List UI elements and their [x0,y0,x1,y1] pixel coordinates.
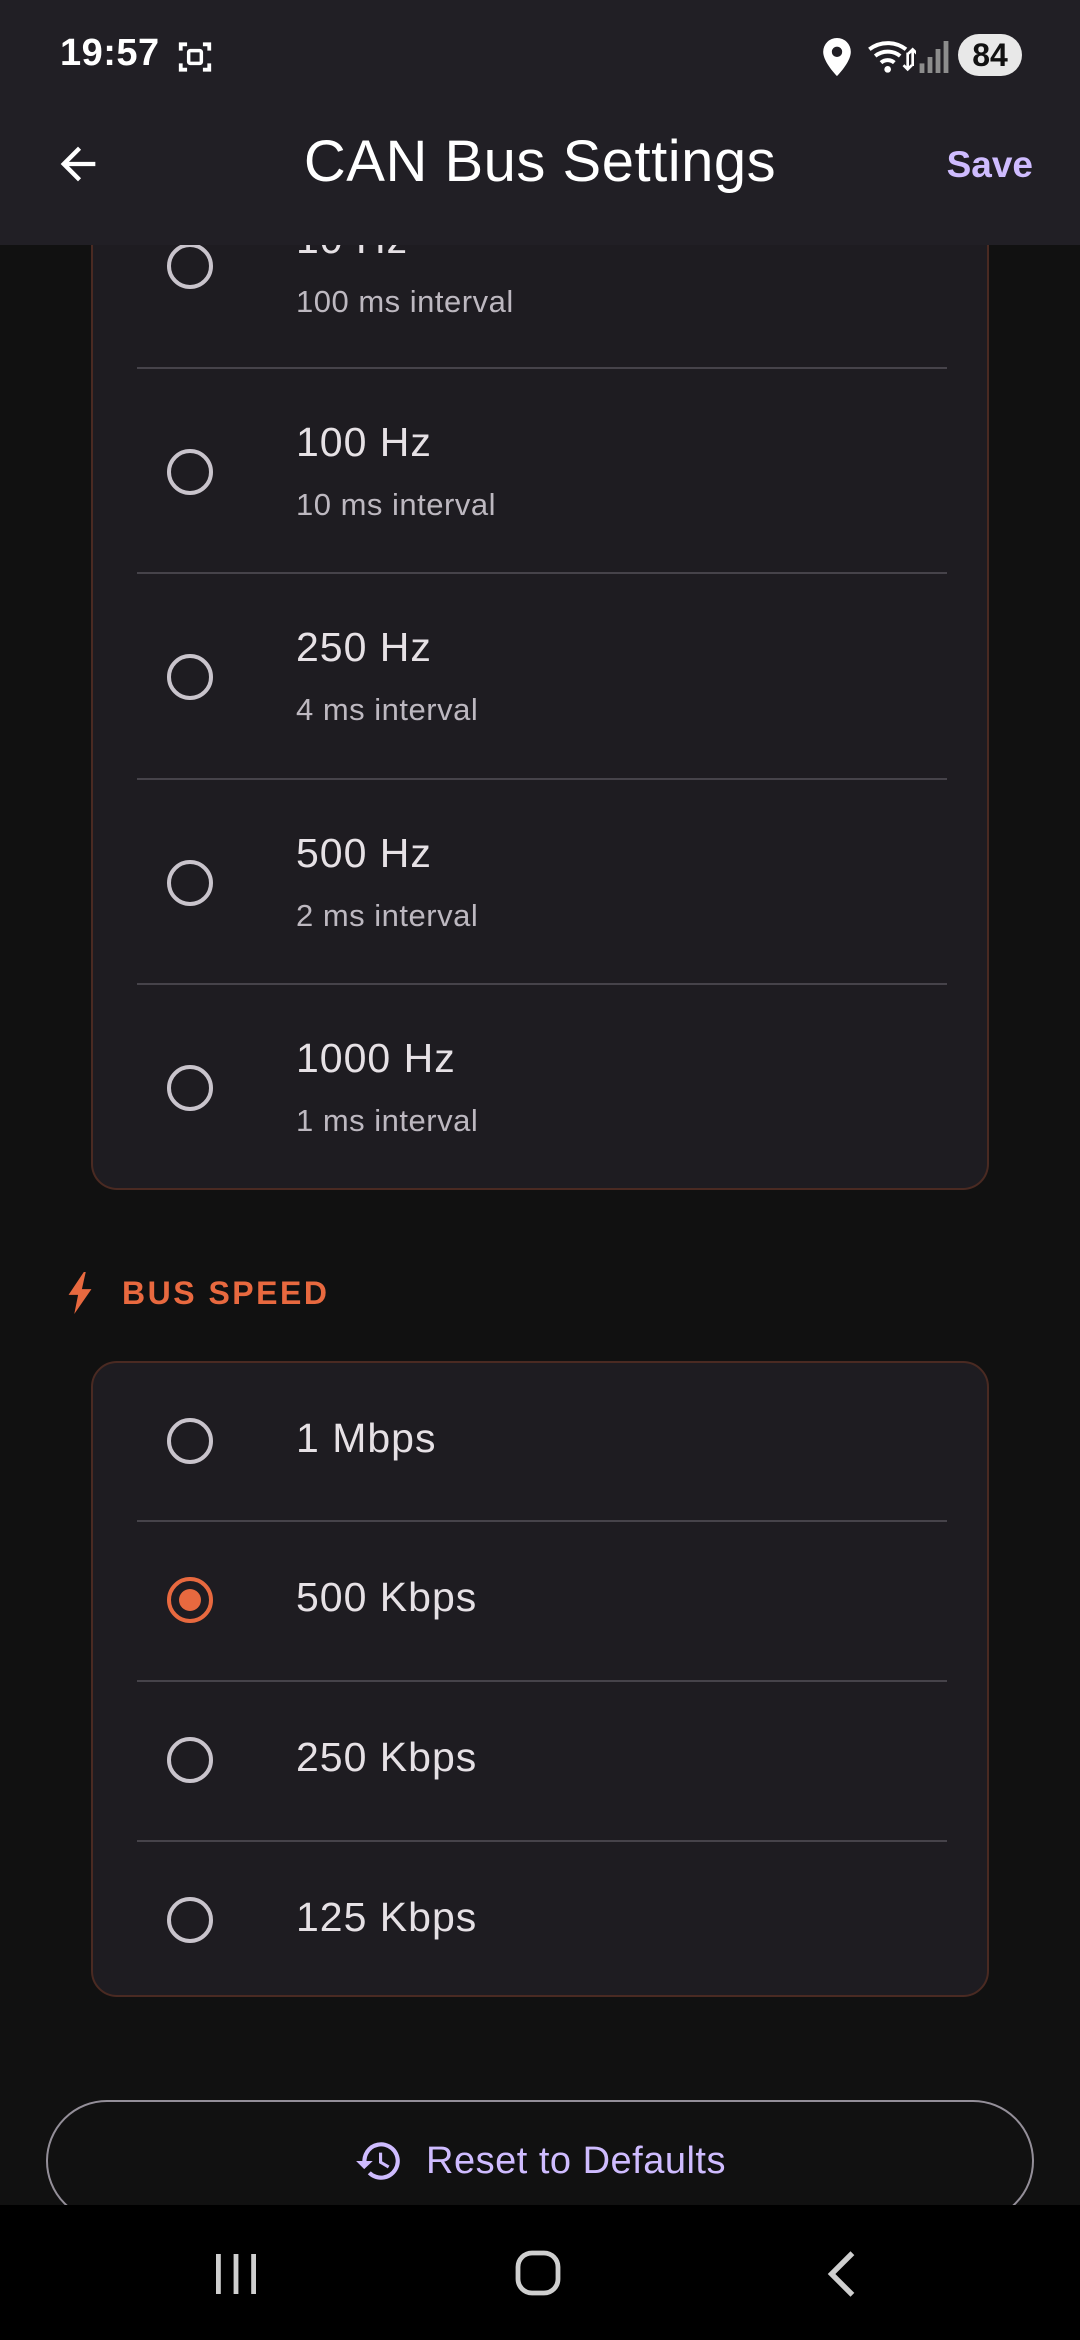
option-title: 250 Hz [296,624,432,670]
bus-speed-card: 1 Mbps 500 Kbps 250 Kbps 125 Kbps [91,1361,989,1997]
option-subtitle: 100 ms interval [296,284,514,319]
option-title: 1000 Hz [296,1035,456,1081]
signal-icon [919,41,949,73]
sample-rate-card: 10 Hz 100 ms interval 100 Hz 10 ms inter… [91,150,989,1190]
option-title: 500 Hz [296,830,432,876]
option-title: 100 Hz [296,419,432,465]
bus-speed-section-header: BUS SPEED [66,1268,329,1318]
radio-button[interactable] [167,1065,213,1111]
section-title: BUS SPEED [122,1274,330,1311]
page-title: CAN Bus Settings [303,129,777,194]
sample-rate-option-250hz[interactable]: 250 Hz 4 ms interval [93,574,987,779]
system-navigation-bar [0,2205,1080,2340]
top-app-bar: 19:57 84 CAN Bus Settings Save [0,0,1080,245]
reset-to-defaults-button[interactable]: Reset to Defaults [46,2100,1034,2205]
option-subtitle: 4 ms interval [296,692,479,727]
radio-button[interactable] [167,1897,213,1943]
sample-rate-option-500hz[interactable]: 500 Hz 2 ms interval [93,780,987,985]
option-title: 250 Kbps [296,1734,478,1780]
radio-button-selected[interactable] [167,1577,213,1623]
bus-speed-option-125kbps[interactable]: 125 Kbps [93,1842,987,1997]
option-title: 125 Kbps [296,1894,478,1940]
radio-button[interactable] [167,449,213,495]
settings-scroll-content[interactable]: 10 Hz 100 ms interval 100 Hz 10 ms inter… [0,0,1080,2205]
status-time: 19:57 [60,32,160,74]
radio-button[interactable] [167,654,213,700]
sample-rate-option-100hz[interactable]: 100 Hz 10 ms interval [93,369,987,574]
option-subtitle: 2 ms interval [296,898,479,933]
status-bar: 19:57 84 [0,0,1080,112]
option-subtitle: 1 ms interval [296,1103,479,1138]
bus-speed-option-500kbps[interactable]: 500 Kbps [93,1522,987,1681]
radio-button[interactable] [167,860,213,906]
wifi-icon [868,41,916,73]
option-title: 500 Kbps [296,1574,478,1620]
sample-rate-option-1000hz[interactable]: 1000 Hz 1 ms interval [93,985,987,1188]
location-icon [823,38,851,76]
recent-apps-icon[interactable] [212,2252,260,2296]
radio-button[interactable] [167,1418,213,1464]
home-icon[interactable] [514,2249,562,2297]
screenshot-icon [178,42,212,72]
battery-level: 84 [972,36,1008,73]
history-icon [356,2142,400,2180]
bolt-icon [68,1272,92,1314]
bus-speed-option-1mbps[interactable]: 1 Mbps [93,1363,987,1521]
radio-button[interactable] [167,243,213,289]
battery-icon: 84 [958,34,1022,76]
radio-button[interactable] [167,1737,213,1783]
option-title: 1 Mbps [296,1415,437,1461]
reset-button-label: Reset to Defaults [426,2139,726,2182]
back-icon[interactable] [822,2249,862,2299]
option-subtitle: 10 ms interval [296,487,496,522]
bus-speed-option-250kbps[interactable]: 250 Kbps [93,1682,987,1841]
save-button[interactable]: Save [947,144,1033,186]
